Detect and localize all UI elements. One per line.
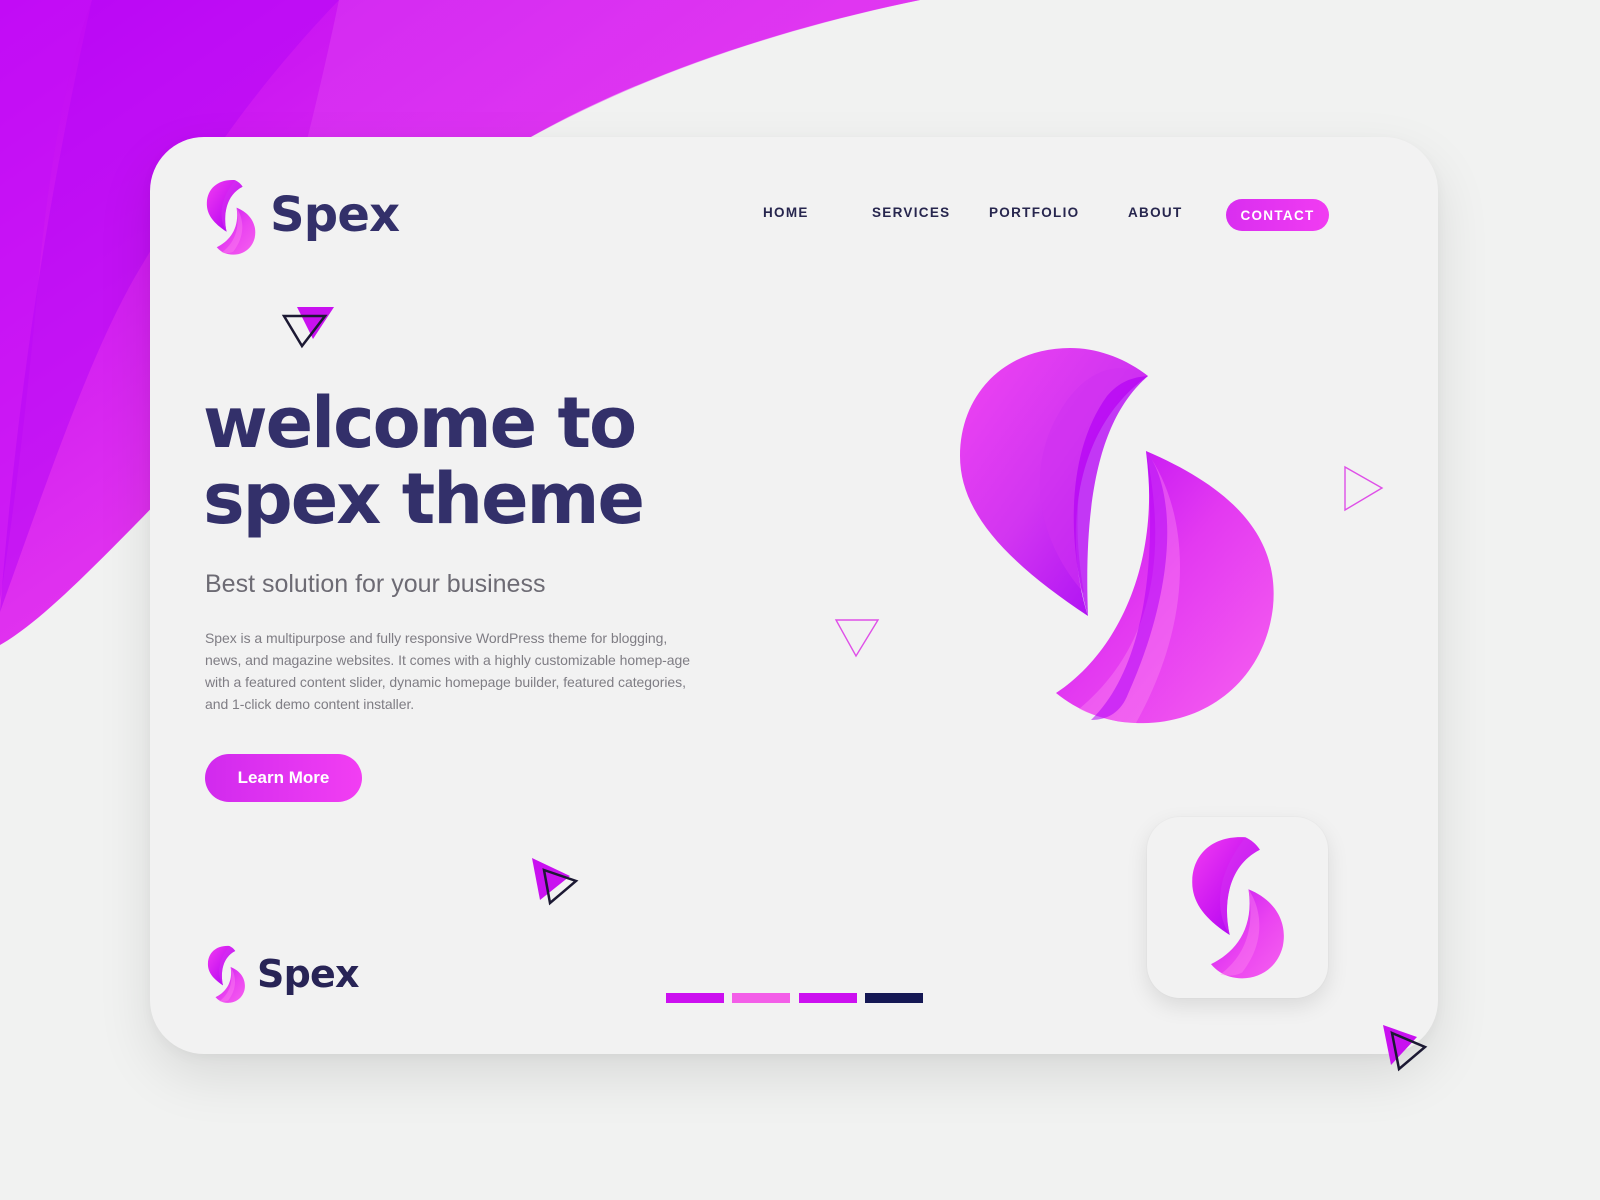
triangle-decoration-icon: [532, 858, 579, 906]
triangle-outline-icon: [834, 619, 880, 658]
nav-about-link[interactable]: ABOUT: [1128, 206, 1183, 220]
footer-brand-logo[interactable]: Spex: [205, 942, 359, 1006]
spex-app-icon: [1147, 817, 1328, 998]
top-navigation: HOME SERVICES PORTFOLIO ABOUT CONTACT: [150, 137, 1438, 257]
landing-page-card: Spex HOME SERVICES PORTFOLIO ABOUT CONTA…: [150, 137, 1438, 1054]
triangle-decoration-icon: [1383, 1025, 1428, 1072]
hero-title: welcome to spex theme: [203, 382, 763, 540]
learn-more-button[interactable]: Learn More: [205, 754, 362, 802]
hero-title-line-2: spex theme: [203, 457, 645, 540]
color-swatch: [799, 993, 857, 1003]
spex-logo-icon: [1192, 837, 1284, 979]
hero-subtitle: Best solution for your business: [205, 570, 546, 598]
triangle-decoration-icon: [281, 307, 334, 349]
nav-home-link[interactable]: HOME: [763, 206, 809, 220]
nav-portfolio-link[interactable]: PORTFOLIO: [989, 206, 1079, 220]
footer-brand-name: Spex: [257, 952, 359, 996]
spex-logo-icon: [207, 945, 245, 1003]
contact-button[interactable]: CONTACT: [1226, 199, 1329, 231]
color-swatch: [732, 993, 790, 1003]
color-palette-swatches: [666, 993, 924, 1003]
color-swatch: [865, 993, 923, 1003]
nav-services-link[interactable]: SERVICES: [872, 206, 950, 220]
large-spex-symbol: [960, 348, 1274, 724]
hero-title-line-1: welcome to: [203, 382, 637, 464]
hero-description: Spex is a multipurpose and fully respons…: [205, 630, 690, 712]
triangle-outline-icon: [1344, 465, 1384, 512]
color-swatch: [666, 993, 724, 1003]
